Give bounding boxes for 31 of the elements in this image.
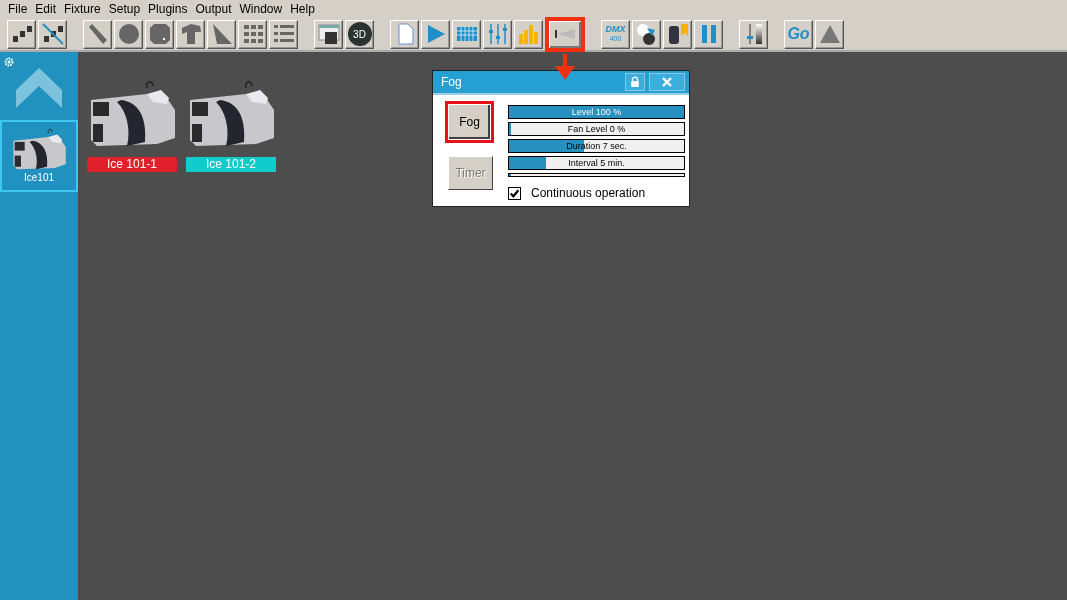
menu-item[interactable]: Help: [286, 2, 319, 16]
level-bar[interactable]: Level 100 %: [508, 105, 685, 119]
dialog-title: Fog: [441, 75, 463, 89]
menu-item[interactable]: Plugins: [144, 2, 192, 16]
circle-icon: [116, 22, 141, 46]
fixture-library-item[interactable]: Ice101: [0, 120, 78, 192]
checkbox-label: Continuous operation: [531, 186, 646, 200]
window-icon: [316, 22, 341, 46]
menu-item[interactable]: Output: [191, 2, 236, 16]
menu-item[interactable]: Fixture: [60, 2, 105, 16]
lock-button[interactable]: [625, 73, 645, 91]
octagon-icon: [147, 22, 172, 46]
bar-graph-icon: [516, 22, 541, 46]
annotation-arrow: [555, 53, 575, 80]
close-button[interactable]: [649, 73, 685, 91]
level-bar[interactable]: Interval 5 min.: [508, 156, 685, 170]
fixtures-crossed-icon: [40, 22, 65, 46]
settings-icon[interactable]: [3, 56, 15, 68]
checkbox[interactable]: [508, 186, 521, 200]
menu-item[interactable]: File: [4, 2, 32, 16]
menu-item[interactable]: Setup: [104, 2, 145, 16]
dialog-button[interactable]: Fog: [445, 101, 494, 143]
lock-icon: [630, 76, 640, 88]
fog-machine-drawing: [11, 128, 67, 172]
menu-item[interactable]: Edit: [31, 2, 61, 16]
toolbar-button[interactable]: 3D: [345, 19, 374, 49]
fixture-label[interactable]: Ice 101-1: [87, 157, 177, 172]
menu-item[interactable]: Window: [235, 2, 287, 16]
close-icon: [661, 77, 673, 87]
level-bar[interactable]: [508, 173, 685, 177]
level-bar[interactable]: Fan Level 0 %: [508, 122, 685, 136]
